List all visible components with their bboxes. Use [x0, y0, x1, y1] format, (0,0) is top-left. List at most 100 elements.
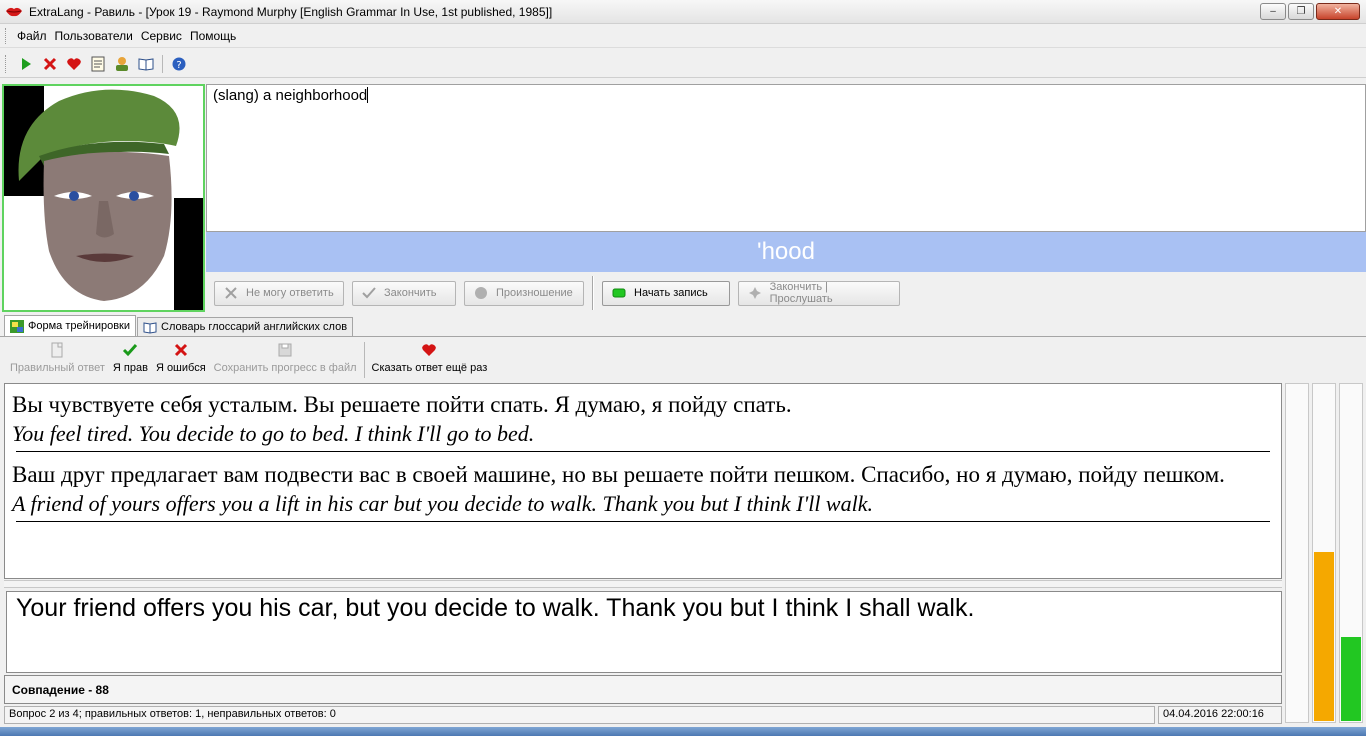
listen-icon [747, 285, 763, 301]
sentence-russian: Вы чувствуете себя усталым. Вы решаете п… [12, 392, 792, 417]
tab-glossary-label: Словарь глоссарий английских слов [161, 321, 348, 333]
finish-button[interactable]: Закончить [352, 280, 456, 306]
cross-icon [223, 285, 239, 301]
i-was-wrong-button[interactable]: Я ошибся [152, 340, 210, 374]
main-toolbar: ? [0, 50, 1366, 78]
menu-service[interactable]: Сервис [137, 29, 186, 43]
app-lips-icon [5, 6, 23, 18]
record-icon [611, 285, 627, 301]
training-form-icon [10, 319, 24, 333]
cannot-answer-label: Не могу ответить [246, 287, 334, 299]
check-icon [361, 285, 377, 301]
pronunciation-label: Произношение [496, 287, 573, 299]
say-answer-again-button[interactable]: Сказать ответ ещё раз [368, 340, 492, 374]
definition-text: (slang) a neighborhood [213, 87, 368, 104]
restore-button[interactable]: ❐ [1288, 3, 1314, 20]
tab-baseline [0, 336, 1366, 337]
taskbar [0, 727, 1366, 736]
notes-button[interactable] [86, 53, 110, 75]
sentence-item: Ваш друг предлагает вам подвести вас в с… [12, 458, 1274, 522]
finish-label: Закончить [384, 287, 437, 299]
sentence-divider [16, 521, 1270, 522]
tutor-avatar [2, 84, 205, 312]
i-was-wrong-label: Я ошибся [155, 362, 206, 374]
finish-listen-label: Закончить | Прослушать [769, 281, 833, 305]
heart-icon [67, 57, 81, 70]
cannot-answer-button[interactable]: Не могу ответить [214, 280, 344, 306]
tab-training-form[interactable]: Форма трейнировки [4, 315, 137, 336]
match-score: Совпадение - 88 [12, 682, 109, 697]
orange-meter-fill [1314, 552, 1334, 721]
book-icon [138, 57, 154, 71]
menu-file[interactable]: Файл [13, 29, 51, 43]
answer-panel[interactable]: Your friend offers you his car, but you … [6, 591, 1282, 673]
help-button[interactable]: ? [167, 53, 191, 75]
menu-help[interactable]: Помощь [186, 29, 240, 43]
users-button[interactable] [110, 53, 134, 75]
green-meter-fill [1341, 636, 1361, 721]
svg-text:?: ? [176, 60, 181, 71]
glossary-book-icon [143, 321, 157, 334]
sentence-english: A friend of yours offers you a lift in h… [12, 491, 873, 516]
toolbar-separator [162, 54, 163, 73]
finish-listen-button[interactable]: Закончить | Прослушать [738, 280, 900, 306]
minimize-button[interactable]: – [1260, 3, 1286, 20]
help-icon: ? [172, 57, 186, 71]
checkmark-icon [122, 342, 138, 358]
stop-icon [43, 57, 57, 70]
status-progress: Вопрос 2 из 4; правильных ответов: 1, не… [4, 706, 1155, 724]
status-bar: Вопрос 2 из 4; правильных ответов: 1, не… [4, 706, 1282, 724]
sentence-english: You feel tired. You decide to go to bed.… [12, 421, 535, 446]
toolbar-grip [5, 54, 8, 73]
action-row: Не могу ответить Закончить Произношение … [206, 274, 1366, 312]
start-recording-button[interactable]: Начать запись [602, 280, 730, 306]
level-meters [1285, 383, 1363, 723]
orange-meter [1312, 383, 1336, 723]
say-button[interactable] [62, 53, 86, 75]
play-button[interactable] [14, 53, 38, 75]
title-bar: ExtraLang - Равиль - [Урок 19 - Raymond … [0, 0, 1366, 24]
correct-answer-button[interactable]: Правильный ответ [6, 340, 109, 374]
panel-splitter[interactable] [4, 580, 1282, 588]
definition-panel[interactable]: (slang) a neighborhood [206, 84, 1366, 232]
action-separator [592, 276, 594, 310]
lessons-button[interactable] [134, 53, 158, 75]
window-title: ExtraLang - Равиль - [Урок 19 - Raymond … [29, 4, 553, 19]
menu-grip [5, 28, 8, 44]
stop-button[interactable] [38, 53, 62, 75]
training-toolbar-separator [363, 342, 365, 378]
start-recording-label: Начать запись [634, 287, 708, 299]
user-icon [116, 56, 128, 71]
tab-training-form-label: Форма трейнировки [28, 320, 131, 332]
i-was-right-label: Я прав [112, 362, 148, 374]
status-datetime: 04.04.2016 22:00:16 [1158, 706, 1282, 724]
i-was-right-button[interactable]: Я прав [109, 340, 152, 374]
answer-text: Your friend offers you his car, but you … [16, 594, 975, 622]
save-progress-button[interactable]: Сохранить прогресс в файл [210, 340, 361, 374]
document-icon [49, 342, 65, 358]
tab-glossary[interactable]: Словарь глоссарий английских слов [137, 317, 354, 336]
close-button[interactable]: ✕ [1316, 3, 1360, 20]
tab-strip: Форма трейнировки Словарь глоссарий англ… [4, 315, 354, 336]
correct-answer-label: Правильный ответ [10, 362, 105, 374]
circle-icon [473, 285, 489, 301]
sentence-item: Вы чувствуете себя усталым. Вы решаете п… [12, 388, 1274, 452]
menu-users[interactable]: Пользователи [51, 29, 137, 43]
sentence-russian: Ваш друг предлагает вам подвести вас в с… [12, 462, 1225, 487]
training-toolbar: Правильный ответ Я прав Я ошибся Сохрани… [6, 340, 491, 380]
sentence-divider [16, 451, 1270, 452]
menu-bar: Файл Пользователи Сервис Помощь [0, 25, 1366, 48]
sentence-panel[interactable]: Вы чувствуете себя усталым. Вы решаете п… [4, 383, 1282, 579]
word-bar: 'hood [206, 232, 1366, 272]
target-word: 'hood [757, 238, 815, 265]
cross-icon [173, 342, 189, 358]
notepad-icon [91, 56, 105, 71]
match-panel: Совпадение - 88 [4, 675, 1282, 704]
heart-icon [421, 342, 437, 358]
say-answer-again-label: Сказать ответ ещё раз [371, 362, 488, 374]
floppy-icon [277, 342, 293, 358]
play-icon [22, 57, 31, 70]
text-caret [367, 87, 369, 103]
pronunciation-button[interactable]: Произношение [464, 280, 584, 306]
green-meter [1339, 383, 1363, 723]
